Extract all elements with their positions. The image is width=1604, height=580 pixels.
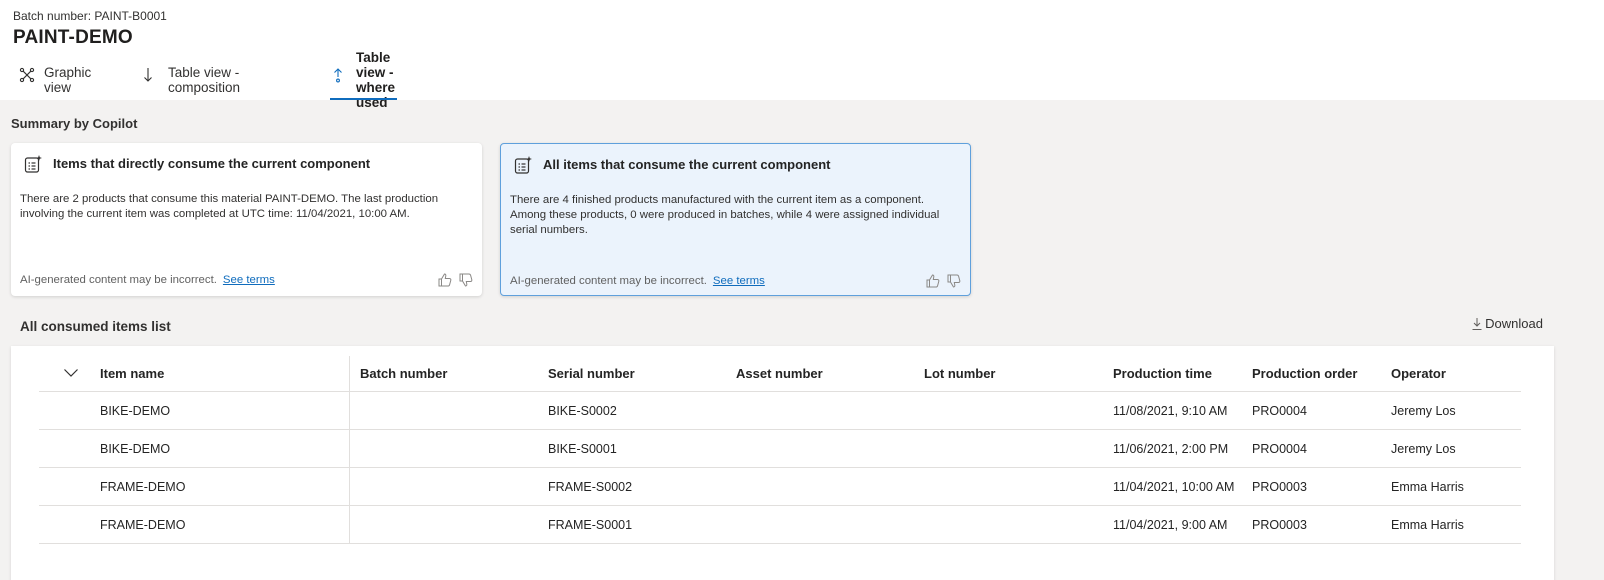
cell-production-order: PRO0004 [1252, 403, 1307, 418]
cell-production-time: 11/06/2021, 2:00 PM [1113, 441, 1229, 456]
tab-table-view-composition[interactable]: Table view - composition [142, 60, 240, 100]
thumbs-down-icon[interactable] [458, 272, 474, 288]
cell-production-order: PRO0003 [1252, 517, 1307, 532]
card-footer: AI-generated content may be incorrect. Se… [510, 275, 765, 287]
column-header-asset-number[interactable]: Asset number [736, 356, 823, 391]
ai-disclaimer: AI-generated content may be incorrect. [510, 275, 707, 287]
page-header: Batch number: PAINT-B0001 PAINT-DEMO Gra… [0, 0, 1604, 110]
tab-label: Table view - composition [168, 65, 241, 95]
copilot-summary-card-direct[interactable]: Items that directly consume the current … [11, 143, 482, 296]
tab-label: Graphic view [44, 65, 92, 95]
card-summary-text: There are 4 finished products manufactur… [510, 194, 940, 236]
cell-serial-number: BIKE-S0002 [548, 403, 617, 418]
copilot-summary-icon [23, 154, 43, 174]
expand-all-toggle[interactable] [63, 356, 79, 391]
cell-production-time: 11/04/2021, 10:00 AM [1113, 479, 1235, 494]
cell-item-name: BIKE-DEMO [100, 441, 171, 456]
cell-operator: Emma Harris [1391, 517, 1464, 532]
column-divider [349, 430, 350, 467]
column-header-batch-number[interactable]: Batch number [360, 356, 447, 391]
download-label: Download [1485, 316, 1543, 331]
column-header-serial-number[interactable]: Serial number [548, 356, 635, 391]
chevron-down-icon [63, 366, 79, 381]
cell-serial-number: FRAME-S0002 [548, 479, 633, 494]
cell-operator: Emma Harris [1391, 479, 1464, 494]
graph-nodes-icon [18, 66, 36, 84]
column-header-operator[interactable]: Operator [1391, 356, 1446, 391]
card-summary-text: There are 2 products that consume this m… [20, 193, 439, 220]
column-divider [349, 468, 350, 505]
copilot-summary-heading: Summary by Copilot [11, 116, 138, 131]
copilot-summary-icon [513, 155, 533, 175]
column-divider [349, 392, 350, 429]
download-button[interactable]: Download [1471, 316, 1543, 331]
cell-item-name: BIKE-DEMO [100, 403, 171, 418]
tab-label: Table view - where used [356, 50, 396, 110]
see-terms-link[interactable]: See terms [713, 275, 765, 287]
column-divider [349, 356, 350, 391]
column-header-production-time[interactable]: Production time [1113, 356, 1212, 391]
feedback-buttons [925, 273, 962, 289]
cell-production-time: 11/04/2021, 9:00 AM [1113, 517, 1228, 532]
card-title: Items that directly consume the current … [53, 156, 371, 171]
cell-production-time: 11/08/2021, 9:10 AM [1113, 403, 1228, 418]
page-title: PAINT-DEMO [13, 27, 133, 48]
consumed-items-table: Item name Batch number Serial number Ass… [11, 346, 1554, 580]
copilot-summary-card-all[interactable]: All items that consume the current compo… [500, 143, 971, 296]
cell-production-order: PRO0004 [1252, 441, 1307, 456]
column-header-lot-number[interactable]: Lot number [924, 356, 996, 391]
arrow-up-icon [330, 66, 348, 84]
cell-serial-number: FRAME-S0001 [548, 517, 633, 532]
cell-operator: Jeremy Los [1391, 441, 1456, 456]
ai-disclaimer: AI-generated content may be incorrect. [20, 274, 217, 286]
table-row[interactable]: FRAME-DEMO FRAME-S0001 11/04/2021, 9:00 … [39, 506, 1521, 544]
consumed-items-heading: All consumed items list [20, 319, 171, 334]
thumbs-up-icon[interactable] [925, 273, 941, 289]
arrow-down-icon [142, 66, 160, 84]
tab-table-view-where-used[interactable]: Table view - where used [330, 50, 398, 110]
feedback-buttons [437, 272, 474, 288]
batch-number-label: Batch number: PAINT-B0001 [13, 9, 167, 23]
tab-graphic-view[interactable]: Graphic view [18, 60, 91, 100]
card-footer: AI-generated content may be incorrect. Se… [20, 274, 275, 286]
cell-production-order: PRO0003 [1252, 479, 1307, 494]
see-terms-link[interactable]: See terms [223, 274, 275, 286]
table-row[interactable]: BIKE-DEMO BIKE-S0001 11/06/2021, 2:00 PM… [39, 430, 1521, 468]
cell-item-name: FRAME-DEMO [100, 479, 186, 494]
cell-operator: Jeremy Los [1391, 403, 1456, 418]
table-row[interactable]: FRAME-DEMO FRAME-S0002 11/04/2021, 10:00… [39, 468, 1521, 506]
table-row[interactable]: BIKE-DEMO BIKE-S0002 11/08/2021, 9:10 AM… [39, 392, 1521, 430]
table-header-row: Item name Batch number Serial number Ass… [39, 356, 1521, 392]
thumbs-down-icon[interactable] [946, 273, 962, 289]
card-title: All items that consume the current compo… [543, 157, 831, 172]
cell-serial-number: BIKE-S0001 [548, 441, 617, 456]
column-header-production-order[interactable]: Production order [1252, 356, 1357, 391]
column-divider [349, 506, 350, 543]
column-header-item-name[interactable]: Item name [100, 356, 164, 391]
thumbs-up-icon[interactable] [437, 272, 453, 288]
cell-item-name: FRAME-DEMO [100, 517, 186, 532]
download-icon [1471, 317, 1483, 331]
